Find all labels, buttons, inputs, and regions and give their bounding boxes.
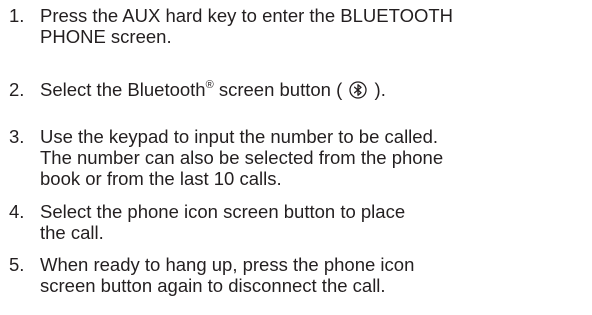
step-line: PHONE screen.	[40, 26, 172, 47]
step-text: Select the Bluetooth® screen button ( ).	[40, 79, 592, 100]
step-text: Use the keypad to input the number to be…	[40, 126, 592, 189]
step-text-segment: Select the Bluetooth	[40, 79, 206, 100]
step-1: 1. Press the AUX hard key to enter the B…	[0, 5, 592, 47]
step-line: When ready to hang up, press the phone i…	[40, 254, 415, 275]
step-text: Press the AUX hard key to enter the BLUE…	[40, 5, 592, 47]
step-number: 1.	[9, 5, 25, 26]
step-line: The number can also be selected from the…	[40, 147, 444, 168]
step-number: 4.	[9, 201, 25, 222]
step-line: book or from the last 10 calls.	[40, 168, 282, 189]
step-number: 2.	[9, 79, 25, 100]
step-text: Select the phone icon screen button to p…	[40, 201, 592, 243]
step-text: When ready to hang up, press the phone i…	[40, 254, 592, 296]
step-number: 5.	[9, 254, 25, 275]
step-4: 4. Select the phone icon screen button t…	[0, 201, 592, 243]
step-number: 3.	[9, 126, 25, 147]
step-5: 5. When ready to hang up, press the phon…	[0, 254, 592, 296]
step-3: 3. Use the keypad to input the number to…	[0, 126, 592, 189]
step-line: Select the phone icon screen button to p…	[40, 201, 406, 222]
registered-mark: ®	[205, 79, 214, 91]
step-line: Press the AUX hard key to enter the BLUE…	[40, 5, 454, 26]
step-line: the call.	[40, 222, 104, 243]
bluetooth-icon	[349, 81, 368, 99]
step-line: Select the Bluetooth® screen button ( ).	[40, 79, 592, 100]
step-text-segment: ).	[369, 79, 386, 100]
step-line: Use the keypad to input the number to be…	[40, 126, 439, 147]
step-2: 2. Select the Bluetooth® screen button (…	[0, 79, 592, 100]
step-text-segment: screen button (	[213, 79, 348, 100]
step-line: screen button again to disconnect the ca…	[40, 275, 386, 296]
